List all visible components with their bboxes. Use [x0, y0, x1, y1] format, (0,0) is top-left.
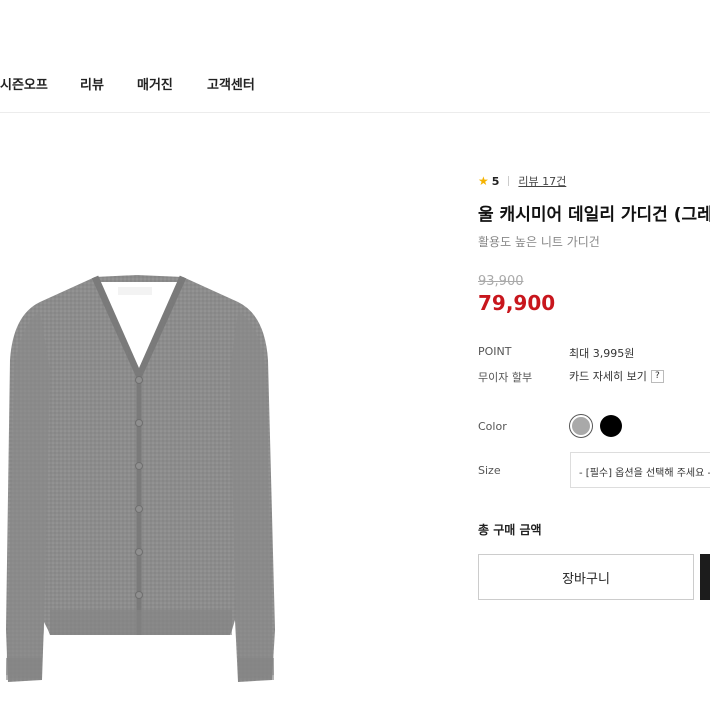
rating-value: 5 [491, 174, 500, 188]
divider [508, 176, 510, 186]
review-count-link[interactable]: 리뷰 17건 [518, 173, 566, 189]
nav-item-customer-center[interactable]: 고객센터 [207, 74, 255, 93]
rating-row: ★ 5 리뷰 17건 [478, 173, 566, 189]
question-icon[interactable]: ? [650, 369, 664, 383]
color-label: Color [478, 420, 507, 433]
star-icon: ★ [478, 174, 489, 188]
point-value: 최대 3,995원 [569, 347, 635, 360]
original-price: 93,900 [478, 274, 524, 289]
nav-item-magazine[interactable]: 매거진 [137, 74, 173, 93]
nav-item-season-off[interactable]: 시즌오프 [0, 74, 48, 93]
size-label: Size [478, 464, 501, 477]
installment-value: 카드 자세히 보기 [569, 370, 647, 383]
product-subtitle: 활용도 높은 니트 가디건 [478, 235, 600, 249]
product-info-panel: ★ 5 리뷰 17건 울 캐시미어 데일리 가디건 (그레 활용도 높은 니트 … [478, 0, 710, 710]
point-label: POINT [478, 345, 512, 358]
add-to-cart-button[interactable]: 장바구니 [478, 554, 694, 600]
product-title: 울 캐시미어 데일리 가디건 (그레 [478, 205, 710, 225]
size-select[interactable]: - [필수] 옵션을 선택해 주세요 - [570, 452, 710, 488]
installment-label: 무이자 할부 [478, 371, 533, 384]
installment-info: 카드 자세히 보기 ? [569, 368, 664, 384]
total-price-label: 총 구매 금액 [478, 523, 542, 537]
sale-price: 79,900 [478, 291, 556, 315]
color-swatch-gray[interactable] [570, 415, 592, 437]
product-image-cardigan [0, 250, 290, 690]
buy-now-button[interactable] [700, 554, 710, 600]
color-swatch-black[interactable] [600, 415, 622, 437]
nav-item-review[interactable]: 리뷰 [80, 74, 104, 93]
